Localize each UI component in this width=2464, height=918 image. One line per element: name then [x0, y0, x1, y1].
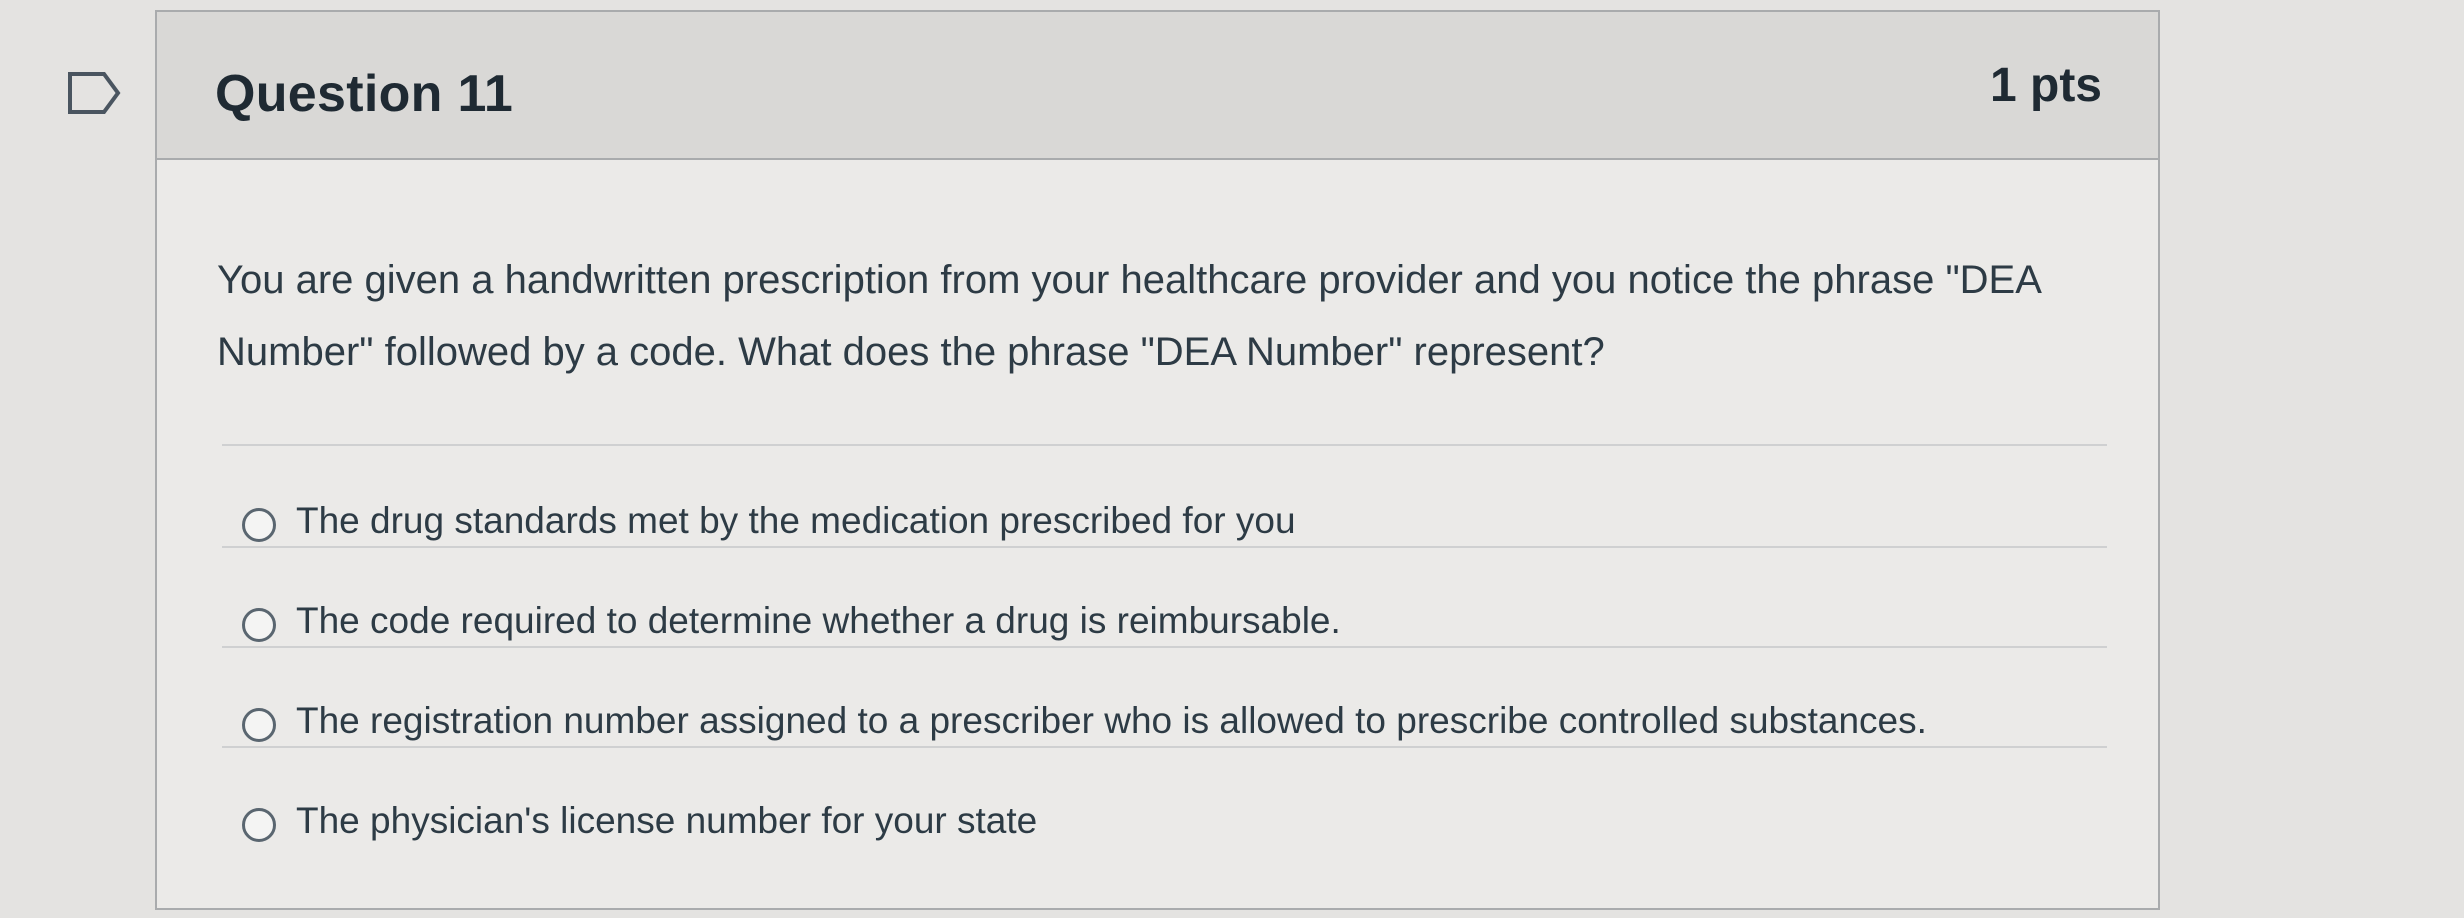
flag-question-icon[interactable]	[66, 70, 122, 116]
answer-label[interactable]: The code required to determine whether a…	[296, 600, 1341, 642]
question-points: 1 pts	[1989, 59, 2102, 112]
question-header: Question 11 1 pts	[157, 12, 2158, 160]
radio-unchecked-icon[interactable]	[242, 608, 276, 642]
radio-unchecked-icon[interactable]	[242, 708, 276, 742]
answer-label[interactable]: The registration number assigned to a pr…	[296, 700, 1927, 742]
answers-divider	[222, 444, 2107, 446]
answer-option-4[interactable]: The physician's license number for your …	[222, 748, 2107, 848]
answer-list: The drug standards met by the medication…	[222, 448, 2107, 848]
question-title: Question 11	[215, 65, 514, 123]
answer-label[interactable]: The drug standards met by the medication…	[296, 500, 1296, 542]
answer-label[interactable]: The physician's license number for your …	[296, 800, 1037, 842]
answer-option-3[interactable]: The registration number assigned to a pr…	[222, 648, 2107, 748]
answer-option-2[interactable]: The code required to determine whether a…	[222, 548, 2107, 648]
radio-unchecked-icon[interactable]	[242, 808, 276, 842]
question-card: Question 11 1 pts You are given a handwr…	[155, 10, 2160, 910]
answer-option-1[interactable]: The drug standards met by the medication…	[222, 448, 2107, 548]
radio-unchecked-icon[interactable]	[242, 508, 276, 542]
question-text: You are given a handwritten prescription…	[217, 258, 2040, 374]
